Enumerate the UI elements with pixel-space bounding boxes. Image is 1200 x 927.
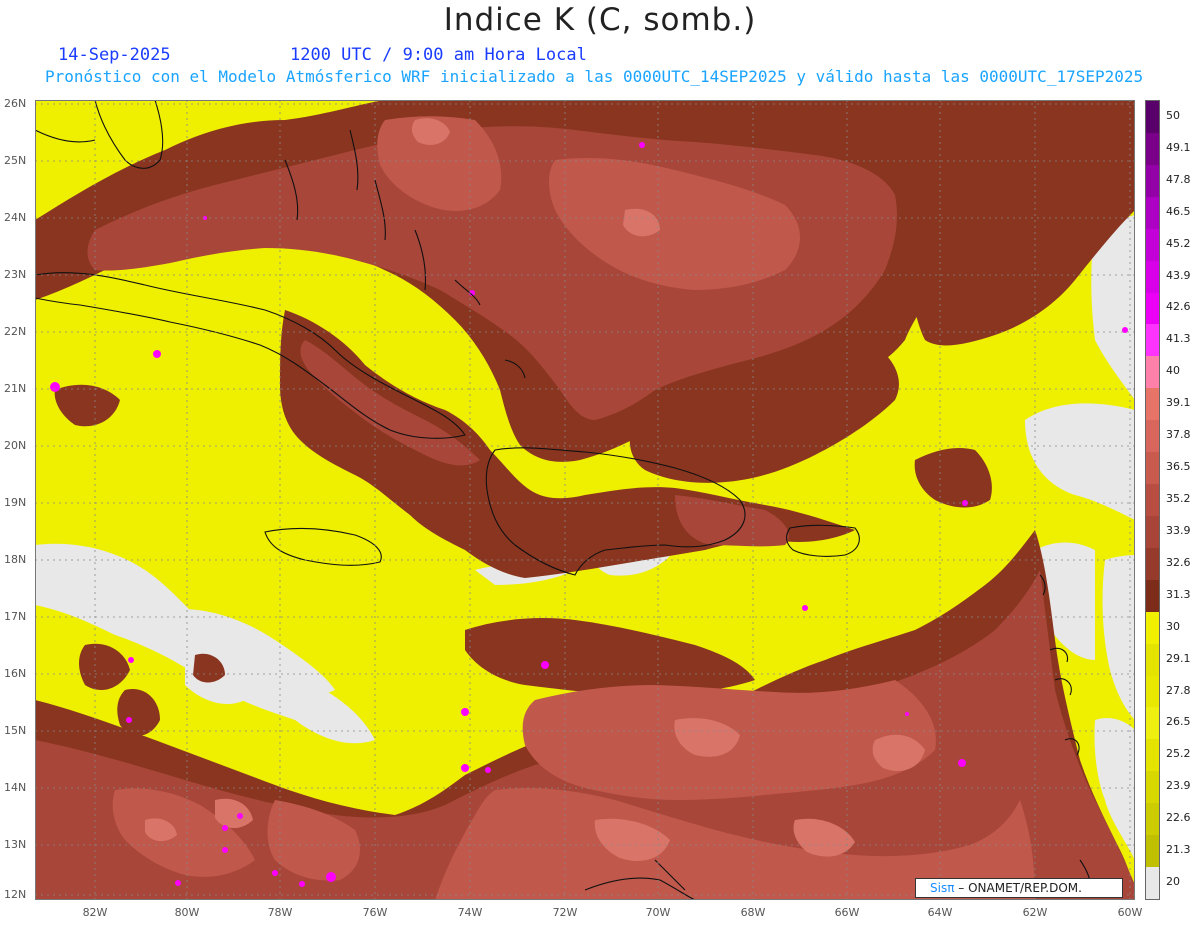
color-scale-label: 30 [1166, 619, 1180, 633]
color-scale-swatch [1146, 771, 1159, 804]
color-scale-swatch [1146, 228, 1159, 262]
color-scale-label: 25.2 [1166, 747, 1191, 761]
color-scale-swatch [1146, 579, 1159, 613]
lon-label: 82W [82, 906, 108, 919]
color-scale-swatch [1146, 867, 1159, 900]
color-scale-swatch [1146, 452, 1159, 485]
lon-label: 78W [267, 906, 293, 919]
color-scale-label: 32.6 [1166, 555, 1191, 569]
color-scale-label: 26.5 [1166, 715, 1191, 729]
color-scale-label: 46.5 [1166, 204, 1191, 218]
lat-label: 19N [4, 496, 27, 509]
lon-label: 80W [174, 906, 200, 919]
color-scale-label: 36.5 [1166, 460, 1191, 474]
forecast-time: 1200 UTC / 9:00 am Hora Local [290, 45, 587, 65]
lat-label: 17N [4, 610, 27, 623]
color-scale-swatch [1146, 101, 1159, 134]
color-scale-swatch [1146, 260, 1159, 293]
credit-box: Sisπ – ONAMET/REP.DOM. [915, 878, 1123, 898]
color-scale-label: 47.8 [1166, 172, 1191, 186]
color-scale-swatch [1146, 675, 1159, 708]
lat-label: 21N [4, 382, 27, 395]
color-scale-label: 23.9 [1166, 779, 1191, 793]
lon-label: 68W [740, 906, 766, 919]
lon-label: 74W [457, 906, 483, 919]
color-scale-label: 22.6 [1166, 811, 1191, 825]
color-scale-swatch [1146, 643, 1159, 677]
lat-label: 16N [4, 667, 27, 680]
color-scale-label: 40 [1166, 364, 1180, 378]
forecast-subtitle: Pronóstico con el Modelo Atmósferico WRF… [45, 67, 1144, 86]
map-canvas [35, 100, 1135, 900]
lat-label: 26N [4, 97, 27, 110]
color-scale-label: 31.3 [1166, 587, 1191, 601]
color-scale-swatch [1146, 324, 1159, 357]
lat-label: 20N [4, 439, 27, 452]
credit-brand: Sisπ [930, 881, 955, 895]
lon-label: 72W [552, 906, 578, 919]
lon-label: 70W [645, 906, 671, 919]
lon-label: 64W [927, 906, 953, 919]
forecast-date: 14-Sep-2025 [58, 45, 171, 65]
color-scale-swatch [1146, 707, 1159, 740]
color-scale-label: 37.8 [1166, 428, 1191, 442]
color-scale-swatch [1146, 484, 1159, 517]
color-scale-label: 20 [1166, 875, 1180, 889]
color-scale-label: 45.2 [1166, 236, 1191, 250]
color-scale-label: 50 [1166, 108, 1180, 122]
color-scale-swatch [1146, 420, 1159, 453]
color-scale-swatch [1146, 739, 1159, 772]
lat-label: 24N [4, 211, 27, 224]
lat-label: 15N [4, 724, 27, 737]
color-scale-label: 39.1 [1166, 396, 1191, 410]
color-scale-swatch [1146, 803, 1159, 836]
credit-text: – ONAMET/REP.DOM. [958, 881, 1082, 895]
color-scale-label: 21.3 [1166, 843, 1191, 857]
lat-label: 13N [4, 838, 27, 851]
color-scale-swatch [1146, 547, 1159, 581]
color-scale-label: 35.2 [1166, 492, 1191, 505]
color-scale-swatch [1146, 515, 1159, 549]
map-title: Indice K (C, somb.) [443, 2, 757, 38]
lat-label: 23N [4, 268, 27, 281]
color-scale-swatch [1146, 388, 1159, 421]
color-scale-label: 27.8 [1166, 683, 1191, 697]
k-index-map [35, 100, 1135, 900]
color-scale-swatch [1146, 164, 1159, 198]
color-scale-label: 29.1 [1166, 651, 1191, 665]
lon-label: 76W [362, 906, 388, 919]
color-scale-label: 42.6 [1166, 300, 1191, 314]
color-scale-swatch [1146, 356, 1159, 389]
lat-label: 25N [4, 154, 27, 167]
color-scale-swatch [1146, 132, 1159, 166]
color-scale-label: 41.3 [1166, 332, 1191, 346]
color-scale-swatch [1146, 611, 1159, 645]
lon-label: 60W [1117, 906, 1143, 919]
lat-label: 22N [4, 325, 27, 338]
lat-label: 14N [4, 781, 27, 794]
color-scale-swatch [1146, 196, 1159, 230]
color-scale-swatch [1146, 292, 1159, 325]
lat-label: 18N [4, 553, 27, 566]
lat-label: 12N [4, 888, 27, 901]
color-scale-label: 33.9 [1166, 523, 1191, 537]
color-scale-label: 49.1 [1166, 140, 1191, 154]
color-scale-label: 43.9 [1166, 268, 1191, 282]
lon-label: 62W [1022, 906, 1048, 919]
color-scale-bar [1145, 100, 1160, 900]
lon-label: 66W [834, 906, 860, 919]
color-scale-swatch [1146, 835, 1159, 868]
